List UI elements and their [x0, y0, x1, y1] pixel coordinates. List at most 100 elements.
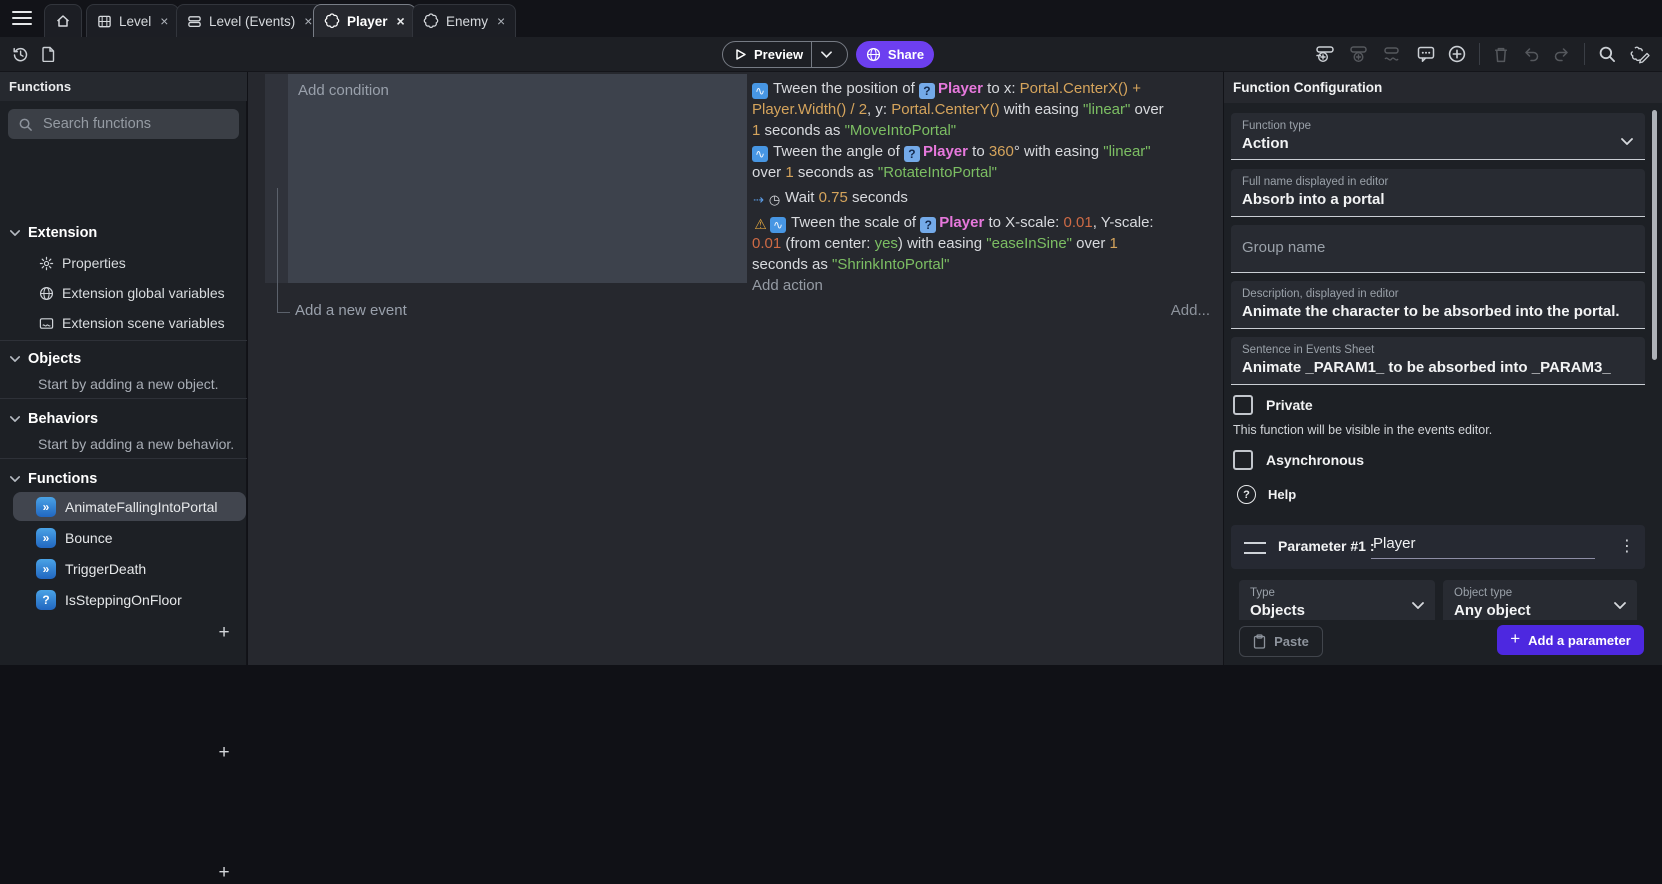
full-name-field[interactable]: Full name displayed in editor Absorb int…	[1231, 169, 1645, 217]
close-icon[interactable]: ×	[497, 13, 505, 29]
action-line[interactable]: Player.Width() / 2, y: Portal.CenterY() …	[752, 99, 1223, 120]
undo-icon[interactable]	[1522, 47, 1540, 62]
history-icon[interactable]	[12, 46, 29, 63]
search-placeholder: Search functions	[43, 116, 151, 132]
add-function-button[interactable]: +	[213, 862, 235, 884]
event-text: 1	[785, 164, 793, 181]
action-line[interactable]: 0.01 (from center: yes) with easing "eas…	[752, 233, 1223, 254]
add-behavior-button[interactable]: +	[213, 742, 235, 764]
field-label: Full name displayed in editor	[1231, 169, 1645, 188]
function-item-triggerdeath[interactable]: » TriggerDeath	[0, 554, 247, 583]
chevron-down-icon	[10, 416, 20, 422]
function-item-issteppingonfloor[interactable]: ? IsSteppingOnFloor	[0, 585, 247, 614]
add-event-icon[interactable]	[1315, 45, 1336, 63]
action-line[interactable]: ⚠∿Tween the scale of ?Player to X-scale:…	[752, 212, 1223, 233]
events-list-icon	[187, 14, 202, 29]
behaviors-empty-text: Start by adding a new behavior.	[38, 436, 234, 452]
close-icon[interactable]: ×	[304, 13, 312, 29]
section-behaviors[interactable]: Behaviors +	[0, 406, 247, 432]
chevron-down-icon	[1412, 596, 1424, 614]
description-field[interactable]: Description, displayed in editor Animate…	[1231, 281, 1645, 329]
paste-label: Paste	[1274, 634, 1309, 649]
search-icon[interactable]	[1598, 45, 1616, 63]
parameter-card: Parameter #1 : Player ⋮	[1231, 525, 1645, 569]
add-circle-icon[interactable]	[1448, 45, 1466, 63]
sidebar-item-scene-variables[interactable]: Extension scene variables	[0, 310, 247, 336]
event-text: Portal.CenterY()	[891, 101, 999, 118]
action-line[interactable]: seconds as "ShrinkIntoPortal"	[752, 254, 1223, 275]
close-icon[interactable]: ×	[397, 13, 405, 29]
add-more-button[interactable]: Add...	[1171, 302, 1210, 319]
action-line[interactable]: ∿Tween the angle of ?Player to 360° with…	[752, 141, 1223, 162]
trash-icon[interactable]	[1493, 46, 1509, 63]
checkbox-icon[interactable]	[1233, 395, 1253, 415]
redo-icon[interactable]	[1553, 47, 1571, 62]
clock-icon: ◷	[767, 192, 782, 208]
parameter-name-input[interactable]: Player	[1371, 533, 1595, 559]
tween-icon: ∿	[752, 83, 768, 99]
function-item-bounce[interactable]: » Bounce	[0, 523, 247, 552]
tab-enemy[interactable]: Enemy ×	[412, 4, 516, 37]
scrollbar-thumb[interactable]	[1652, 110, 1657, 360]
event-text: seconds	[848, 189, 908, 206]
obj-icon: ?	[919, 83, 935, 99]
sentence-field[interactable]: Sentence in Events Sheet Animate _PARAM1…	[1231, 337, 1645, 385]
action-line[interactable]: 1 seconds as "MoveIntoPortal"	[752, 120, 1223, 141]
tab-home[interactable]	[44, 4, 82, 37]
add-comment-event-icon[interactable]	[1383, 46, 1404, 62]
help-button[interactable]: ? Help	[1237, 485, 1296, 504]
add-subevent-icon[interactable]	[1349, 45, 1370, 63]
sidebar-item-properties[interactable]: Properties	[0, 250, 247, 276]
paste-button[interactable]: Paste	[1239, 626, 1323, 657]
asynchronous-checkbox-row[interactable]: Asynchronous	[1233, 450, 1364, 470]
event-conditions[interactable]: Add condition	[288, 74, 747, 283]
checkbox-label: Private	[1266, 397, 1313, 413]
divider	[0, 340, 247, 341]
item-label: Properties	[62, 255, 126, 271]
private-checkbox-row[interactable]: Private	[1233, 395, 1313, 415]
add-object-button[interactable]: +	[213, 622, 235, 644]
close-icon[interactable]: ×	[160, 13, 168, 29]
preview-button[interactable]: Preview	[722, 41, 848, 68]
item-label: Extension scene variables	[62, 315, 225, 331]
action-line[interactable]: over 1 seconds as "RotateIntoPortal"	[752, 162, 1223, 183]
add-condition-button[interactable]: Add condition	[288, 74, 747, 99]
event-tree-line	[277, 188, 290, 313]
checkbox-icon[interactable]	[1233, 450, 1253, 470]
object-type-select[interactable]: Object type Any object	[1443, 580, 1637, 620]
section-extension[interactable]: Extension	[0, 220, 247, 246]
share-button[interactable]: Share	[856, 41, 934, 68]
chevron-down-icon	[10, 476, 20, 482]
function-item-animatefallingintoportal[interactable]: » AnimateFallingIntoPortal	[0, 492, 247, 521]
chevron-down-icon[interactable]	[812, 51, 841, 58]
comment-icon[interactable]	[1417, 46, 1435, 63]
warn-icon: ⚠	[752, 216, 769, 232]
add-new-event-button[interactable]: Add a new event	[295, 302, 407, 319]
edit-extension-icon[interactable]	[1629, 45, 1650, 64]
menu-icon[interactable]	[12, 11, 32, 25]
tab-level[interactable]: Level ×	[86, 4, 179, 37]
parameter-type-select[interactable]: Type Objects	[1239, 580, 1435, 620]
action-line[interactable]: ⇢◷Wait 0.75 seconds	[752, 187, 1223, 208]
save-icon[interactable]	[41, 46, 56, 62]
kebab-menu-icon[interactable]: ⋮	[1619, 536, 1635, 556]
tab-label: Level	[119, 14, 151, 29]
search-functions-input[interactable]: Search functions	[8, 109, 239, 139]
tab-level-events[interactable]: Level (Events) ×	[176, 4, 323, 37]
panel-title: Function Configuration	[1224, 80, 1382, 95]
add-action-button[interactable]: Add action	[752, 277, 1223, 294]
tab-player[interactable]: Player ×	[313, 4, 416, 37]
event-text: "linear"	[1103, 143, 1150, 160]
action-line[interactable]: ∿Tween the position of ?Player to x: Por…	[752, 78, 1223, 99]
sidebar-item-global-variables[interactable]: Extension global variables	[0, 280, 247, 306]
drag-handle-icon[interactable]	[1244, 542, 1266, 554]
group-name-field[interactable]: Group name	[1231, 225, 1645, 273]
private-helper-text: This function will be visible in the eve…	[1233, 423, 1492, 437]
function-type-select[interactable]: Function type Action	[1231, 113, 1645, 160]
add-parameter-button[interactable]: + Add a parameter	[1497, 625, 1644, 655]
panel-footer: Paste + Add a parameter	[1224, 620, 1662, 665]
event-text: over	[1072, 235, 1110, 252]
field-value: Action	[1231, 132, 1645, 159]
section-functions[interactable]: Functions +	[0, 466, 247, 492]
section-objects[interactable]: Objects +	[0, 346, 247, 372]
